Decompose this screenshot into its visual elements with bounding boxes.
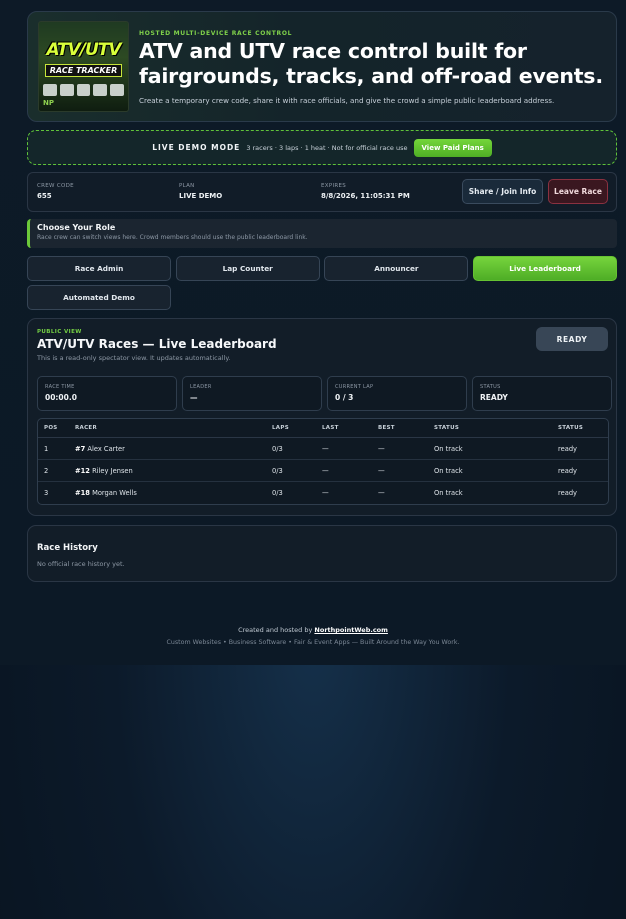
plan-label: PLAN: [179, 183, 195, 189]
race-history-title: Race History: [37, 543, 98, 553]
leaderboard-panel: PUBLIC VIEW ATV/UTV Races — Live Leaderb…: [27, 318, 617, 516]
cell-laps: 0/3: [272, 489, 283, 497]
stat-current-lap: CURRENT LAP 0 / 3: [327, 376, 467, 411]
col-pos: POS: [38, 419, 69, 438]
stat-label: LEADER: [190, 384, 212, 390]
race-history-panel: Race History No official race history ye…: [27, 525, 617, 582]
role-tabs: Race Admin Lap Counter Announcer Live Le…: [27, 256, 618, 310]
race-stats: RACE TIME 00:00.0 LEADER — CURRENT LAP 0…: [37, 376, 612, 411]
stat-status: STATUS READY: [472, 376, 612, 411]
logo-title: ATV/UTV: [46, 40, 121, 60]
hero-subtitle: Create a temporary crew code, share it w…: [139, 96, 555, 105]
logo-mark: NP: [43, 99, 54, 107]
leaderboard-description: This is a read-only spectator view. It u…: [37, 354, 231, 362]
stat-label: STATUS: [480, 384, 501, 390]
logo-subtitle: RACE TRACKER: [45, 64, 122, 77]
hero-banner: ATV/UTV RACE TRACKER NP HOSTED MULTI-DEV…: [27, 11, 617, 122]
plan-value: LIVE DEMO: [179, 192, 223, 200]
stat-race-time: RACE TIME 00:00.0: [37, 376, 177, 411]
racer-number: #7: [75, 444, 86, 453]
expires-label: EXPIRES: [321, 183, 347, 189]
cell-best: —: [372, 438, 428, 460]
racer-number: #18: [75, 489, 90, 497]
cell-racer: #18 Morgan Wells: [69, 482, 266, 504]
cell-last: —: [316, 460, 372, 482]
cell-best: —: [372, 460, 428, 482]
col-last: LAST: [316, 419, 372, 438]
footer-credit: Created and hosted by NorthpointWeb.com: [0, 626, 626, 634]
stat-leader: LEADER —: [182, 376, 322, 411]
role-chooser: Choose Your Role Race crew can switch vi…: [27, 219, 617, 248]
logo-feature-icons: [43, 84, 124, 96]
cell-status: On track: [428, 438, 552, 460]
leaderboard-title: ATV/UTV Races — Live Leaderboard: [37, 337, 277, 351]
cell-state: ready: [558, 489, 578, 497]
table-row: 1 #7 Alex Carter 0/3 — — On track ready: [38, 438, 608, 460]
status-badge: READY: [536, 327, 608, 351]
crew-code-label: CREW CODE: [37, 183, 74, 189]
racer-name: Alex Carter: [87, 444, 125, 453]
table-row: 3 #18 Morgan Wells 0/3 — — On track read…: [38, 482, 608, 504]
crew-info-bar: CREW CODE 655 PLAN LIVE DEMO EXPIRES 8/8…: [27, 172, 617, 212]
demo-info: 3 racers · 3 laps · 1 heat · Not for off…: [246, 143, 408, 152]
hero-title: ATV and UTV race control built for fairg…: [139, 39, 603, 88]
col-racer: RACER: [69, 419, 266, 438]
stat-label: CURRENT LAP: [335, 384, 374, 390]
cell-laps: 0/3: [266, 460, 316, 482]
cell-last: —: [316, 438, 372, 460]
cell-pos: 3: [44, 489, 49, 497]
racer-name: Riley Jensen: [92, 466, 133, 475]
cell-state: ready: [552, 438, 608, 460]
stat-value: 0 / 3: [335, 393, 354, 402]
col-best: BEST: [372, 419, 428, 438]
role-description: Race crew can switch views here. Crowd m…: [37, 234, 308, 241]
cell-best: —: [378, 489, 385, 497]
view-paid-plans-button[interactable]: View Paid Plans: [413, 138, 492, 157]
footer-tagline: Custom Websites • Business Software • Fa…: [166, 639, 460, 646]
footer: Created and hosted by NorthpointWeb.com …: [0, 626, 626, 646]
public-view-label: PUBLIC VIEW: [37, 329, 82, 335]
app-container: ATV/UTV RACE TRACKER NP HOSTED MULTI-DEV…: [27, 11, 618, 582]
col-laps: LAPS: [266, 419, 316, 438]
footer-created-text: Created and hosted by: [238, 626, 313, 634]
share-join-button[interactable]: Share / Join Info: [462, 179, 543, 204]
northpoint-link[interactable]: NorthpointWeb.com: [314, 626, 388, 634]
expires-value: 8/8/2026, 11:05:31 PM: [321, 192, 410, 200]
cell-laps: 0/3: [266, 438, 316, 460]
cell-status: On track: [428, 460, 552, 482]
cell-racer: #7 Alex Carter: [69, 438, 266, 460]
table-header-row: POS RACER LAPS LAST BEST STATUS STATUS: [38, 419, 608, 438]
stat-value: 00:00.0: [45, 393, 77, 402]
crew-code-value: 655: [37, 192, 52, 200]
demo-mode-label: LIVE DEMO MODE: [152, 143, 241, 152]
cell-pos: 2: [38, 460, 69, 482]
cell-last: —: [322, 489, 329, 497]
tab-lap-counter[interactable]: Lap Counter: [175, 256, 320, 281]
racer-number: #12: [75, 466, 90, 475]
race-tracker-logo: ATV/UTV RACE TRACKER NP: [38, 21, 129, 112]
stat-value: —: [190, 393, 198, 402]
stat-value: READY: [480, 393, 508, 402]
tab-announcer[interactable]: Announcer: [324, 256, 469, 281]
col-state: STATUS: [552, 419, 608, 438]
cell-status: On track: [434, 489, 463, 497]
col-status: STATUS: [428, 419, 552, 438]
racer-name: Morgan Wells: [92, 489, 137, 497]
hero-kicker: HOSTED MULTI-DEVICE RACE CONTROL: [139, 30, 293, 37]
cell-pos: 1: [38, 438, 69, 460]
stat-label: RACE TIME: [45, 384, 75, 390]
race-history-empty: No official race history yet.: [37, 560, 125, 568]
role-title: Choose Your Role: [37, 223, 116, 232]
table-row: 2 #12 Riley Jensen 0/3 — — On track read…: [38, 460, 608, 482]
cell-state: ready: [552, 460, 608, 482]
leave-race-button[interactable]: Leave Race: [548, 179, 608, 204]
tab-live-leaderboard[interactable]: Live Leaderboard: [473, 256, 618, 281]
tab-automated-demo[interactable]: Automated Demo: [27, 285, 171, 310]
leaderboard-table: POS RACER LAPS LAST BEST STATUS STATUS 1…: [37, 418, 609, 505]
demo-banner: LIVE DEMO MODE 3 racers · 3 laps · 1 hea…: [27, 130, 617, 165]
tab-race-admin[interactable]: Race Admin: [27, 256, 171, 281]
cell-racer: #12 Riley Jensen: [69, 460, 266, 482]
